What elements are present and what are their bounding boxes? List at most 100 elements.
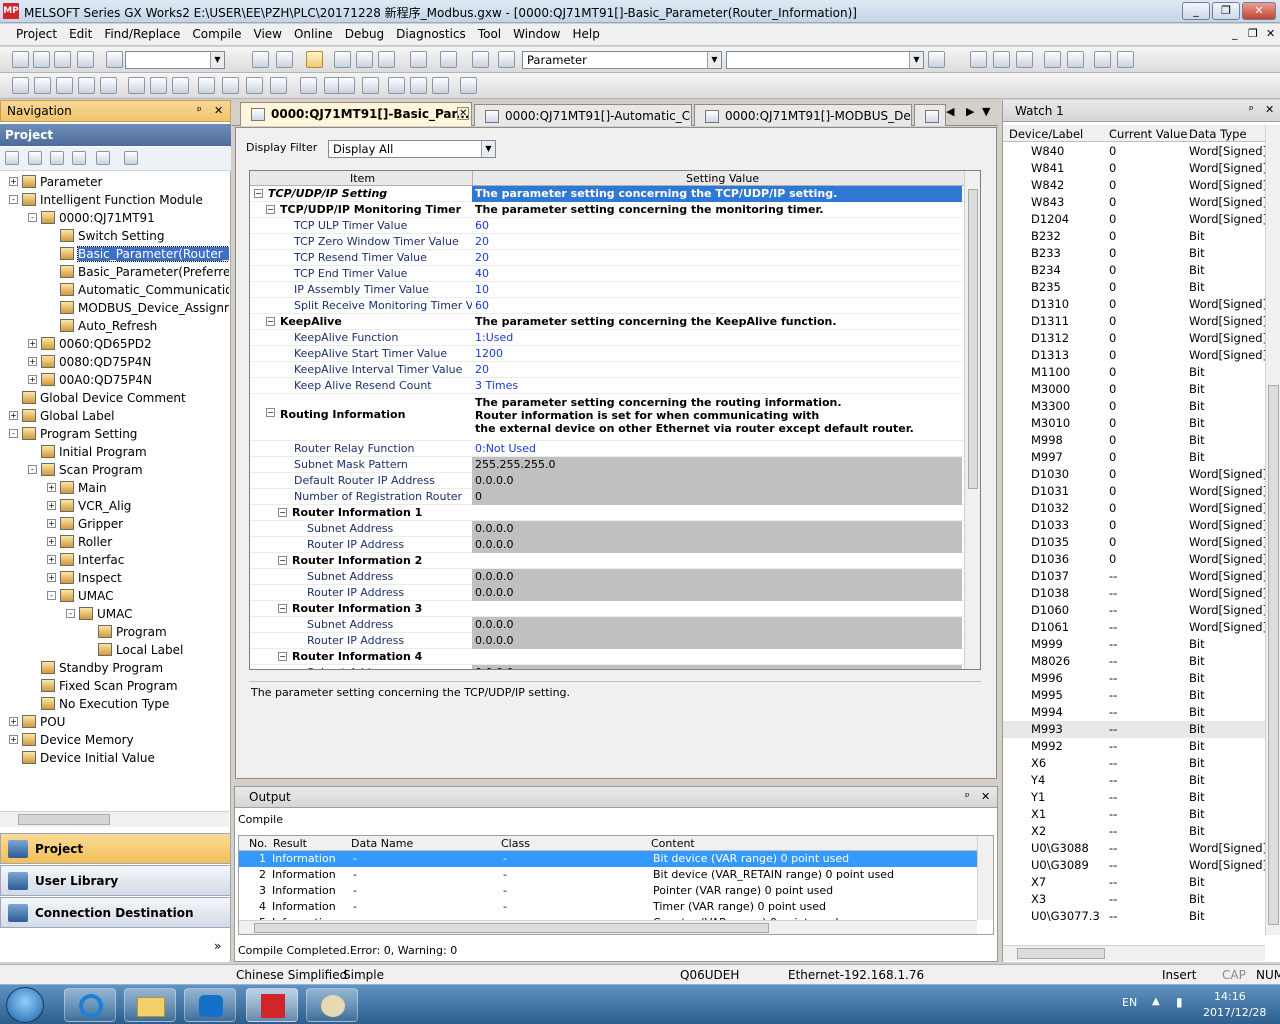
display-icon[interactable]	[460, 77, 477, 94]
redo-icon[interactable]	[100, 77, 117, 94]
output-tab-compile[interactable]: Compile	[238, 813, 283, 826]
tree-expander-icon[interactable]: +	[47, 501, 56, 510]
contact-icon[interactable]	[970, 51, 987, 68]
watch-row[interactable]: W843 0 Word[Signed]	[1003, 194, 1265, 211]
watch-row[interactable]: D1311 0 Word[Signed]	[1003, 313, 1265, 330]
transfer-icon[interactable]	[198, 77, 215, 94]
menu-online[interactable]: Online	[288, 24, 339, 44]
new-project-icon[interactable]	[12, 51, 29, 68]
watch-row[interactable]: M999 -- Bit	[1003, 636, 1265, 653]
tree-expander-icon[interactable]: +	[9, 735, 18, 744]
show-hidden-icons-icon[interactable]: ▲	[1152, 996, 1160, 1007]
tree-node[interactable]: - UMAC	[47, 587, 114, 605]
cut-icon[interactable]	[12, 77, 29, 94]
parameter-row[interactable]: − Router Information 1	[250, 505, 964, 521]
menu-view[interactable]: View	[248, 24, 288, 44]
watch-row[interactable]: M3000 0 Bit	[1003, 381, 1265, 398]
tree-expander-icon[interactable]: +	[47, 537, 56, 546]
row-expander-icon[interactable]: −	[266, 205, 275, 214]
watch-row[interactable]: M998 0 Bit	[1003, 432, 1265, 449]
close-icon[interactable]: ✕	[214, 104, 223, 117]
watch-col-header[interactable]: Data Type	[1189, 127, 1247, 141]
refresh-icon[interactable]	[96, 151, 110, 165]
compile-icon[interactable]	[128, 77, 145, 94]
tree-expander-icon[interactable]: +	[9, 717, 18, 726]
tree-expander-icon[interactable]: +	[9, 411, 18, 420]
watch-row[interactable]: Y4 -- Bit	[1003, 772, 1265, 789]
output-col-header[interactable]: No.	[249, 837, 267, 850]
tree-node[interactable]: Auto_Refresh	[60, 317, 157, 335]
parameter-row[interactable]: Router Relay Function 0:Not Used	[250, 441, 964, 457]
watch-row[interactable]: X2 -- Bit	[1003, 823, 1265, 840]
watch-row[interactable]: D1031 0 Word[Signed]	[1003, 483, 1265, 500]
mdi-restore-button[interactable]: ❐	[1248, 27, 1258, 40]
watch-row[interactable]: W841 0 Word[Signed]	[1003, 160, 1265, 177]
tree-expander-icon[interactable]: -	[47, 591, 56, 600]
menu-project[interactable]: Project	[10, 24, 63, 44]
menu-compile[interactable]: Compile	[186, 24, 247, 44]
tree-node[interactable]: +0060:QD65PD2	[28, 335, 152, 353]
parameter-row[interactable]: TCP ULP Timer Value 60	[250, 218, 964, 234]
tree-node[interactable]: + Inspect	[47, 569, 122, 587]
parameter-row[interactable]: Split Receive Monitoring Timer Value60	[250, 298, 964, 314]
tree-node[interactable]: Standby Program	[41, 659, 163, 677]
start-button[interactable]	[6, 987, 44, 1023]
watch-row[interactable]: W842 0 Word[Signed]	[1003, 177, 1265, 194]
write-plc-icon[interactable]	[334, 51, 351, 68]
parameter-row[interactable]: − KeepAlive The parameter setting concerni…	[250, 314, 964, 330]
paint-taskbar-icon[interactable]	[306, 988, 358, 1022]
pin-icon[interactable]: ᵖ	[965, 790, 970, 803]
menu-tool[interactable]: Tool	[472, 24, 507, 44]
ladder-delete-icon[interactable]	[1117, 51, 1134, 68]
tree-expander-icon[interactable]: +	[28, 357, 37, 366]
tree-expander-icon[interactable]: -	[28, 213, 37, 222]
scroll-thumb[interactable]	[18, 814, 110, 825]
diagnostics-icon[interactable]	[440, 51, 457, 68]
tree-node[interactable]: Program	[98, 623, 167, 641]
watch-row[interactable]: M3300 0 Bit	[1003, 398, 1265, 415]
parameter-row[interactable]: Subnet Address 0.0.0.0	[250, 569, 964, 585]
output-row[interactable]: 2 Information - - Bit device (VAR_RETAIN ran…	[239, 867, 977, 883]
copy-data-icon[interactable]	[28, 151, 42, 165]
function-icon[interactable]	[1016, 51, 1033, 68]
close-button[interactable]: ✕	[1242, 2, 1276, 20]
output-row[interactable]: 1 Information - - Bit device (VAR range) 0 p…	[239, 851, 977, 867]
output-vertical-scrollbar[interactable]	[977, 836, 993, 920]
menu-edit[interactable]: Edit	[63, 24, 98, 44]
document-tab[interactable]: 0000:QJ71MT91[]-MODBUS_Devi...	[694, 104, 912, 126]
watch-row[interactable]: D1310 0 Word[Signed]	[1003, 296, 1265, 313]
tree-node[interactable]: + Parameter	[9, 173, 102, 191]
display-filter-select[interactable]: Display All ▼	[328, 140, 496, 158]
watch-row[interactable]: X1 -- Bit	[1003, 806, 1265, 823]
watch-row[interactable]: D1060 -- Word[Signed]	[1003, 602, 1265, 619]
parameter-row[interactable]: Number of Registration Router 0	[250, 489, 964, 505]
watch-row[interactable]: Y1 -- Bit	[1003, 789, 1265, 806]
scroll-thumb[interactable]	[1017, 948, 1105, 959]
parameter-row[interactable]: TCP End Timer Value 40	[250, 266, 964, 282]
parameter-row[interactable]: KeepAlive Start Timer Value 1200	[250, 346, 964, 362]
tree-expander-icon[interactable]: +	[28, 339, 37, 348]
navigation-toggle-icon[interactable]	[306, 51, 323, 68]
grid-vertical-scrollbar[interactable]	[964, 171, 980, 669]
watch-row[interactable]: B235 0 Bit	[1003, 279, 1265, 296]
parameter-row[interactable]: TCP Zero Window Timer Value 20	[250, 234, 964, 250]
tree-node[interactable]: - Intelligent Function Module	[9, 191, 203, 209]
watch-horizontal-scrollbar[interactable]	[1003, 945, 1265, 961]
parameter-value[interactable]: 40	[472, 266, 962, 282]
tree-node[interactable]: Automatic_Communication_	[60, 281, 229, 299]
output-col-header[interactable]: Result	[273, 837, 307, 850]
nav-tab-project[interactable]: Project	[0, 833, 231, 864]
watch-row[interactable]: D1313 0 Word[Signed]	[1003, 347, 1265, 364]
close-icon[interactable]: ✕	[981, 790, 990, 803]
menu-diagnostics[interactable]: Diagnostics	[390, 24, 472, 44]
parameter-value[interactable]: 3 Times	[472, 378, 962, 394]
monitor-icon[interactable]	[410, 51, 427, 68]
parameter-row[interactable]: − Router Information 4	[250, 649, 964, 665]
document-tab[interactable]: 0000:QJ71MT91[]-Basic_Par... ✕	[240, 102, 472, 126]
coil-icon[interactable]	[993, 51, 1010, 68]
page-icon[interactable]	[928, 51, 945, 68]
rename-data-icon[interactable]	[72, 151, 86, 165]
parameter-row[interactable]: IP Assembly Timer Value 10	[250, 282, 964, 298]
paste-icon[interactable]	[56, 77, 73, 94]
explorer-taskbar-icon[interactable]	[124, 988, 176, 1022]
